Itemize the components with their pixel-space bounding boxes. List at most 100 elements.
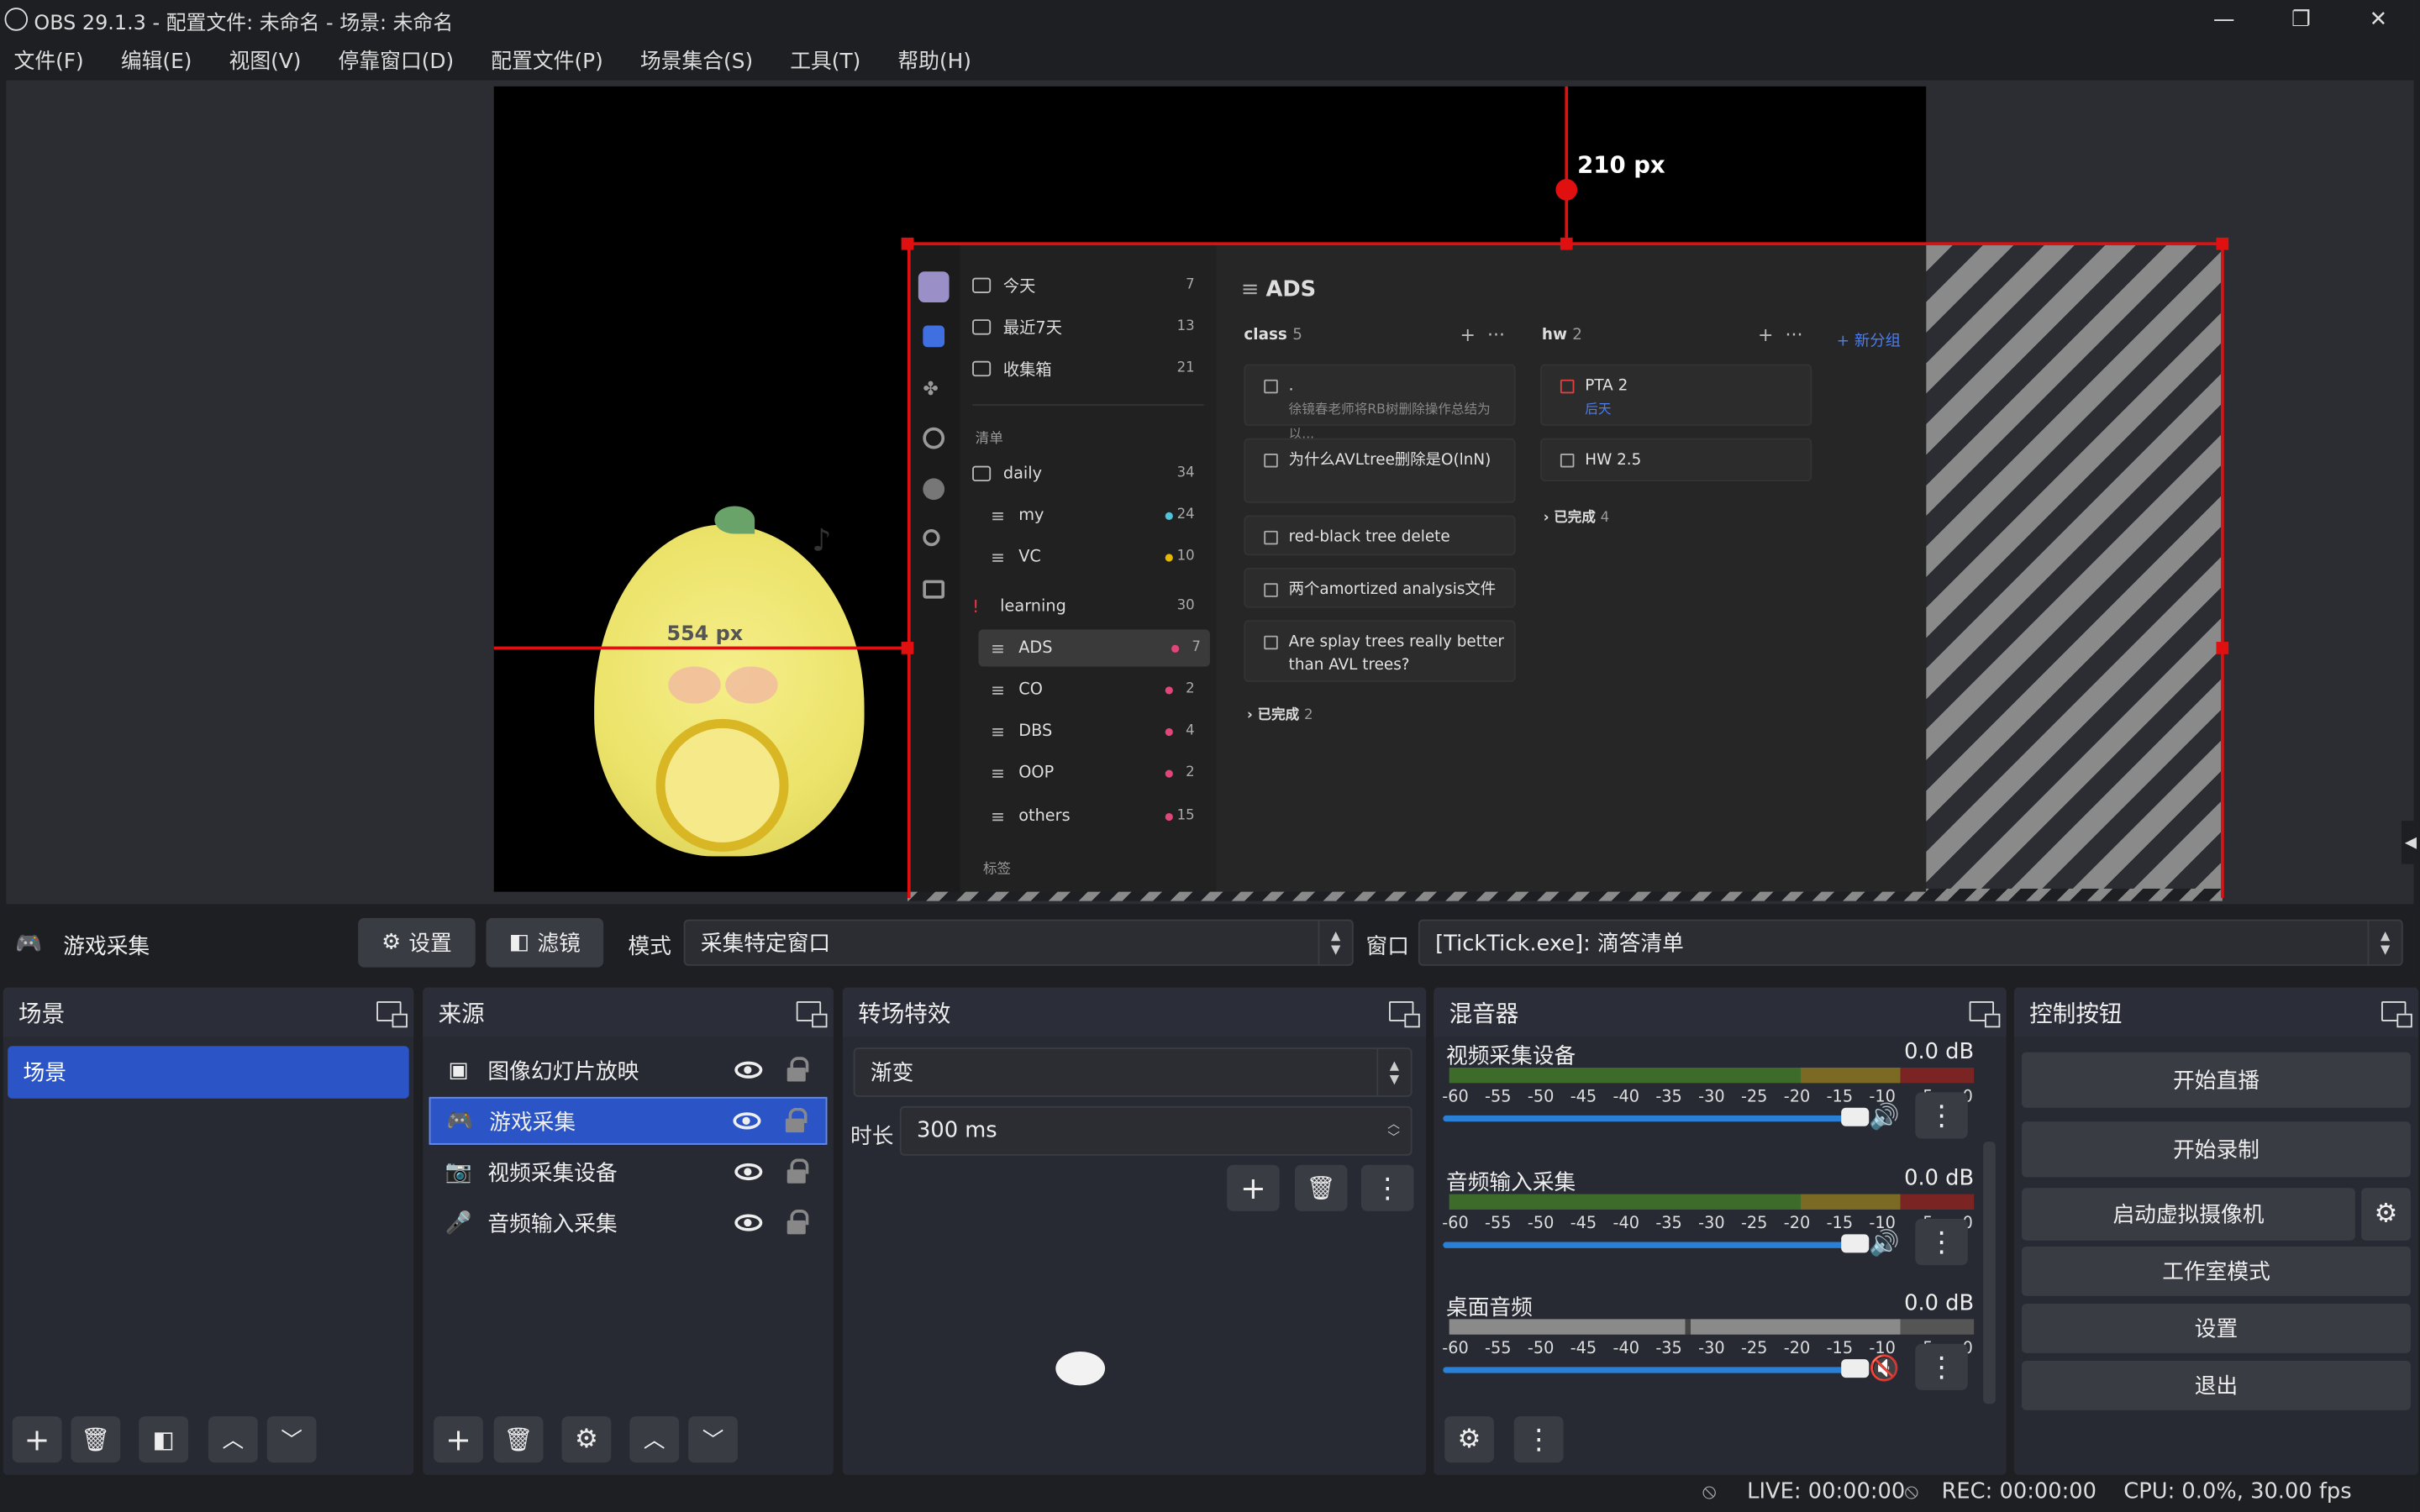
move-up-button[interactable]: ︿ <box>208 1416 258 1463</box>
eye-icon[interactable] <box>733 1112 761 1130</box>
meter-tick-label: -50 <box>1527 1214 1555 1233</box>
undock-icon[interactable] <box>1969 1001 2001 1028</box>
remove-source-button[interactable]: 🗑 <box>493 1416 544 1463</box>
restore-button[interactable]: ❐ <box>2263 0 2340 40</box>
scene-item[interactable]: 场景 <box>8 1046 409 1099</box>
scene-filters-button[interactable]: ◧ <box>139 1416 189 1463</box>
measure-label-top: 210 px <box>1577 150 1665 180</box>
add-scene-button[interactable]: + <box>12 1416 62 1463</box>
close-button[interactable]: ✕ <box>2339 0 2417 40</box>
channel-db: 0.0 dB <box>1904 1291 1975 1316</box>
status-bar: ⦸ LIVE: 00:00:00 ⦸ REC: 00:00:00 CPU: 0.… <box>0 1475 2420 1512</box>
virtual-camera-settings-button[interactable]: ⚙ <box>2361 1188 2411 1241</box>
channel-menu-button[interactable]: ⋮ <box>1915 1343 1968 1390</box>
remove-transition-button[interactable]: 🗑 <box>1294 1164 1348 1211</box>
settings-button[interactable]: 设置 <box>2022 1304 2411 1353</box>
add-source-button[interactable]: + <box>434 1416 483 1463</box>
mode-select[interactable]: 采集特定窗口 ▲ ▼ <box>683 919 1354 966</box>
transition-menu-button[interactable]: ⋮ <box>1360 1164 1414 1211</box>
volume-slider-handle[interactable] <box>1841 1107 1870 1126</box>
volume-slider[interactable] <box>1443 1242 1854 1248</box>
gamepad-icon: 🎮 <box>15 932 43 957</box>
out-of-bounds-stripes <box>1926 244 2223 892</box>
exit-button[interactable]: 退出 <box>2022 1360 2411 1410</box>
menu-docks[interactable]: 停靠窗口(D) <box>334 43 459 74</box>
move-down-button[interactable]: ﹀ <box>688 1416 738 1463</box>
completed-section: › 已完成 2 <box>1247 708 1313 724</box>
task-card: red-black tree delete <box>1244 515 1516 556</box>
eye-icon[interactable] <box>734 1061 763 1079</box>
guide-line-vertical <box>1565 86 1569 244</box>
speaker-muted-icon[interactable]: 🔇 <box>1869 1353 1900 1383</box>
menu-scene-collection[interactable]: 场景集合(S) <box>635 43 757 74</box>
sources-panel: 来源 ▣ 图像幻灯片放映 🎮 游戏采集 📷 视频采集设备 🎤 音频输入采集 + 🗑 ⚙ … <box>423 987 834 1475</box>
task-card: HW 2.5 <box>1540 438 1812 482</box>
mixer-settings-button[interactable]: ⚙ <box>1444 1416 1494 1463</box>
resize-handle[interactable] <box>2216 642 2229 654</box>
volume-slider[interactable] <box>1443 1115 1854 1122</box>
window-select[interactable]: [TickTick.exe]: 滴答清单 ▲ ▼ <box>1418 919 2403 966</box>
channel-db: 0.0 dB <box>1904 1166 1975 1191</box>
resize-handle[interactable] <box>901 642 914 654</box>
menu-help[interactable]: 帮助(H) <box>893 43 976 74</box>
source-properties-button[interactable]: ⚙ <box>561 1416 612 1463</box>
menu-tools[interactable]: 工具(T) <box>786 43 865 74</box>
speaker-icon[interactable]: 🔊 <box>1869 1101 1900 1131</box>
source-item[interactable]: 📷 视频采集设备 <box>429 1148 828 1196</box>
resize-handle[interactable] <box>901 237 914 250</box>
add-transition-button[interactable]: + <box>1227 1164 1280 1211</box>
eye-icon[interactable] <box>734 1163 763 1181</box>
duration-input[interactable]: 300 ms ︿ ﹀ <box>899 1105 1413 1156</box>
transitions-panel: 转场特效 渐变 ▲ ▼ 时长 300 ms ︿ ﹀ + 🗑 ⋮ <box>842 987 1427 1475</box>
mixer-menu-button[interactable]: ⋮ <box>1513 1416 1564 1463</box>
volume-meter <box>1449 1319 1975 1335</box>
measure-label-left: 554 px <box>666 623 744 647</box>
guide-handle[interactable] <box>1555 179 1578 201</box>
start-streaming-button[interactable]: 开始直播 <box>2022 1052 2411 1108</box>
lock-icon[interactable] <box>786 1057 809 1082</box>
list-item: ≡ CO 2 <box>991 680 1195 700</box>
channel-menu-button[interactable]: ⋮ <box>1915 1218 1968 1266</box>
move-up-button[interactable]: ︿ <box>629 1416 680 1463</box>
settings-button[interactable]: ⚙ 设置 <box>358 917 476 968</box>
menu-view[interactable]: 视图(V) <box>224 43 306 74</box>
source-item[interactable]: 🎤 音频输入采集 <box>429 1199 828 1247</box>
collapse-arrow-icon[interactable]: ◀ <box>2401 821 2420 864</box>
start-virtual-camera-button[interactable]: 启动虚拟摄像机 <box>2022 1188 2355 1241</box>
meter-tick-label: -45 <box>1570 1214 1597 1233</box>
volume-slider-handle[interactable] <box>1841 1359 1870 1378</box>
resize-handle[interactable] <box>1560 237 1573 250</box>
minimize-button[interactable]: — <box>2186 0 2263 40</box>
volume-slider-handle[interactable] <box>1841 1234 1870 1253</box>
volume-slider[interactable] <box>1443 1367 1854 1373</box>
undock-icon[interactable] <box>1389 1001 1420 1028</box>
undock-icon[interactable] <box>376 1001 408 1028</box>
speaker-icon[interactable]: 🔊 <box>1869 1228 1900 1257</box>
menu-profile[interactable]: 配置文件(P) <box>487 43 608 74</box>
remove-scene-button[interactable]: 🗑 <box>71 1416 121 1463</box>
channel-name: 视频采集设备 <box>1445 1044 1576 1069</box>
undock-icon[interactable] <box>2381 1001 2412 1028</box>
menu-file[interactable]: 文件(F) <box>9 43 88 74</box>
undock-icon[interactable] <box>796 1001 828 1028</box>
source-item[interactable]: ▣ 图像幻灯片放映 <box>429 1046 828 1094</box>
eye-icon[interactable] <box>734 1214 763 1231</box>
start-recording-button[interactable]: 开始录制 <box>2022 1121 2411 1178</box>
source-item-selected[interactable]: 🎮 游戏采集 <box>429 1096 828 1145</box>
resize-handle[interactable] <box>2216 237 2229 250</box>
lock-icon[interactable] <box>786 1158 809 1184</box>
task-card: PTA 2 后天 <box>1540 364 1812 426</box>
move-down-button[interactable]: ﹀ <box>266 1416 317 1463</box>
meter-tick-label: -25 <box>1740 1087 1768 1106</box>
meter-tick-label: -20 <box>1783 1214 1811 1233</box>
meter-tick-label: -35 <box>1655 1087 1682 1106</box>
lock-icon[interactable] <box>785 1107 808 1133</box>
calendar-icon <box>923 580 945 599</box>
channel-menu-button[interactable]: ⋮ <box>1915 1092 1968 1139</box>
filters-button[interactable]: ◧ 滤镜 <box>486 917 604 968</box>
transition-type-select[interactable]: 渐变 ▲ ▼ <box>853 1047 1413 1097</box>
gear-icon: ⚙ <box>2374 1199 2398 1230</box>
studio-mode-button[interactable]: 工作室模式 <box>2022 1247 2411 1296</box>
lock-icon[interactable] <box>786 1209 809 1235</box>
menu-edit[interactable]: 编辑(E) <box>116 43 197 74</box>
